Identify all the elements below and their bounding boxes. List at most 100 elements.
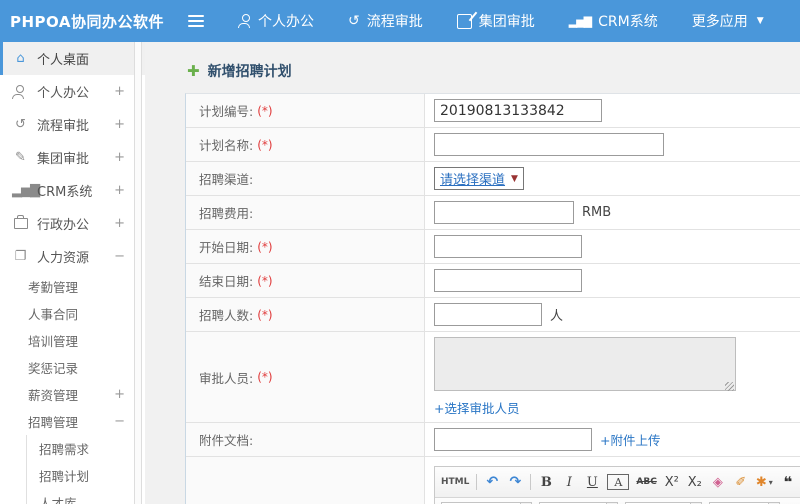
collapse-minus-icon[interactable]: − [114, 249, 125, 264]
required-marker: (*) [257, 307, 273, 322]
editor-toolbar-row-1: HTML ↶ ↷ B I U A ABC X² X₂ ◈ ✐ ✱ ▾ ❝ [435, 467, 800, 498]
nav-process-approval[interactable]: ↺ 流程审批 [348, 11, 423, 31]
attachment-input[interactable] [434, 428, 592, 451]
select-approvers-link[interactable]: +选择审批人员 [434, 398, 519, 417]
approvers-textarea[interactable] [434, 337, 736, 391]
sidebar: ⌂ 个人桌面 个人办公 + ↺ 流程审批 + ✎ 集团审批 + ▂▅▇ CRM系… [0, 42, 145, 504]
sidebar-item-personal-office[interactable]: 个人办公 + [0, 75, 145, 108]
home-icon: ⌂ [16, 51, 25, 66]
subscript-button[interactable]: X₂ [687, 473, 703, 491]
strikethrough-button[interactable]: ABC [636, 473, 656, 491]
expand-plus-icon[interactable]: + [114, 117, 125, 132]
redo-icon[interactable]: ↷ [507, 473, 523, 491]
sidebar-item-recruit-demand[interactable]: 招聘需求 [27, 435, 145, 462]
sidebar-item-recruit-plan[interactable]: 招聘计划 [27, 462, 145, 489]
sidebar-item-desktop[interactable]: ⌂ 个人桌面 [0, 42, 145, 75]
palette-icon[interactable]: ✱ ▾ [756, 473, 773, 491]
form-row-headcount: 招聘人数: (*) 人 [186, 298, 800, 332]
sidebar-item-rewards[interactable]: 奖惩记录 [0, 354, 145, 381]
process-icon: ↺ [15, 117, 26, 132]
nav-label: 集团审批 [478, 14, 535, 30]
start-date-input[interactable] [434, 235, 582, 258]
nav-personal-office[interactable]: 个人办公 [238, 11, 314, 31]
unit-suffix: 人 [550, 309, 564, 324]
caret-down-icon: ▼ [756, 16, 764, 26]
blockquote-icon[interactable]: ❝ [780, 473, 796, 491]
expand-plus-icon[interactable]: + [114, 216, 125, 231]
sidebar-item-crm[interactable]: ▂▅▇ CRM系统 + [0, 174, 145, 207]
channel-select[interactable]: 请选择渠道 ▼ [434, 167, 524, 190]
cost-input[interactable] [434, 201, 574, 224]
sidebar-item-label: 流程审批 [37, 119, 90, 134]
field-label: 审批人员: [199, 370, 254, 386]
form-row-channel: 招聘渠道: 请选择渠道 ▼ [186, 162, 800, 196]
palette-glyph: ✱ [755, 474, 767, 490]
headcount-input[interactable] [434, 303, 542, 326]
form-row-start-date: 开始日期: (*) [186, 230, 800, 264]
channel-select-value: 请选择渠道 [440, 173, 506, 188]
top-bar: PHPOA协同办公软件 个人办公 ↺ 流程审批 集团审批 ▂▅▇ CRM系统 更… [0, 0, 800, 42]
hamburger-menu-icon[interactable] [188, 15, 204, 27]
superscript-button[interactable]: X² [664, 473, 680, 491]
form-row-editor: HTML ↶ ↷ B I U A ABC X² X₂ ◈ ✐ ✱ ▾ ❝ [186, 457, 800, 504]
eraser-icon[interactable]: ◈ [710, 473, 726, 491]
nav-label: CRM系统 [598, 14, 658, 30]
required-marker: (*) [257, 239, 273, 254]
required-marker: (*) [257, 137, 273, 152]
sidebar-item-label: 招聘计划 [39, 469, 90, 484]
expand-plus-icon[interactable]: + [114, 387, 125, 402]
sidebar-item-talent-pool[interactable]: 人才库 [27, 489, 145, 504]
underline-button[interactable]: U [584, 473, 600, 491]
plan-number-input[interactable] [434, 99, 602, 122]
add-icon: ✚ [187, 61, 200, 80]
sidebar-item-training[interactable]: 培训管理 [0, 327, 145, 354]
sidebar-item-hr-contract[interactable]: 人事合同 [0, 300, 145, 327]
user-icon [238, 14, 251, 28]
sidebar-item-attendance[interactable]: 考勤管理 [0, 273, 145, 300]
form-row-cost: 招聘费用: RMB [186, 196, 800, 230]
format-brush-icon[interactable]: ✐ [733, 473, 749, 491]
collapse-minus-icon[interactable]: − [114, 414, 125, 429]
edit-icon: ✎ [15, 150, 26, 165]
italic-button[interactable]: I [561, 473, 577, 491]
undo-icon[interactable]: ↶ [484, 473, 500, 491]
expand-plus-icon[interactable]: + [114, 183, 125, 198]
main-content: ✚ 新增招聘计划 计划编号: (*) 计划名称: (*) [145, 42, 800, 504]
sidebar-item-label: 个人桌面 [37, 53, 90, 68]
sidebar-item-salary[interactable]: 薪资管理 + [0, 381, 145, 408]
toolbar-separator [476, 474, 478, 490]
sidebar-item-recruit-mgmt[interactable]: 招聘管理 − [0, 408, 145, 435]
bold-button[interactable]: B [538, 473, 554, 491]
app-logo: PHPOA协同办公软件 [10, 12, 164, 31]
sidebar-item-label: 招聘管理 [28, 415, 79, 430]
sidebar-item-label: 行政办公 [37, 218, 90, 233]
sidebar-item-label: 个人办公 [37, 86, 90, 101]
sidebar-item-admin-office[interactable]: 行政办公 + [0, 207, 145, 240]
sidebar-item-label: 人才库 [39, 496, 77, 504]
editor-toolbar-row-2: 自定义标题 ▾ 段落格式 ▾ 字体 ▾ [435, 498, 800, 504]
nav-crm-system[interactable]: ▂▅▇ CRM系统 [569, 11, 658, 31]
nav-label: 流程审批 [366, 14, 423, 30]
sidebar-item-hr[interactable]: ❐ 人力资源 − [0, 240, 145, 273]
expand-plus-icon[interactable]: + [114, 84, 125, 99]
nav-label: 个人办公 [258, 14, 314, 30]
sidebar-item-label: 招聘需求 [39, 442, 90, 457]
sidebar-item-process-approval[interactable]: ↺ 流程审批 + [0, 108, 145, 141]
top-nav: 个人办公 ↺ 流程审批 集团审批 ▂▅▇ CRM系统 更多应用 ▼ [238, 11, 764, 31]
field-label: 计划编号: [199, 104, 254, 119]
font-border-button[interactable]: A [607, 474, 630, 490]
recruitment-plan-form: 计划编号: (*) 计划名称: (*) [185, 93, 800, 504]
required-marker: (*) [257, 103, 273, 118]
nav-group-approval[interactable]: 集团审批 [456, 11, 535, 31]
sidebar-item-label: 培训管理 [28, 334, 79, 349]
briefcase-icon [13, 214, 28, 229]
attachment-upload-link[interactable]: +附件上传 [600, 430, 660, 449]
nav-more-apps[interactable]: 更多应用 ▼ [692, 11, 764, 31]
sidebar-item-group-approval[interactable]: ✎ 集团审批 + [0, 141, 145, 174]
html-source-button[interactable]: HTML [441, 473, 469, 491]
plan-name-input[interactable] [434, 133, 664, 156]
end-date-input[interactable] [434, 269, 582, 292]
form-row-attachment: 附件文档: +附件上传 [186, 423, 800, 457]
sidebar-item-label: CRM系统 [37, 185, 93, 200]
expand-plus-icon[interactable]: + [114, 150, 125, 165]
